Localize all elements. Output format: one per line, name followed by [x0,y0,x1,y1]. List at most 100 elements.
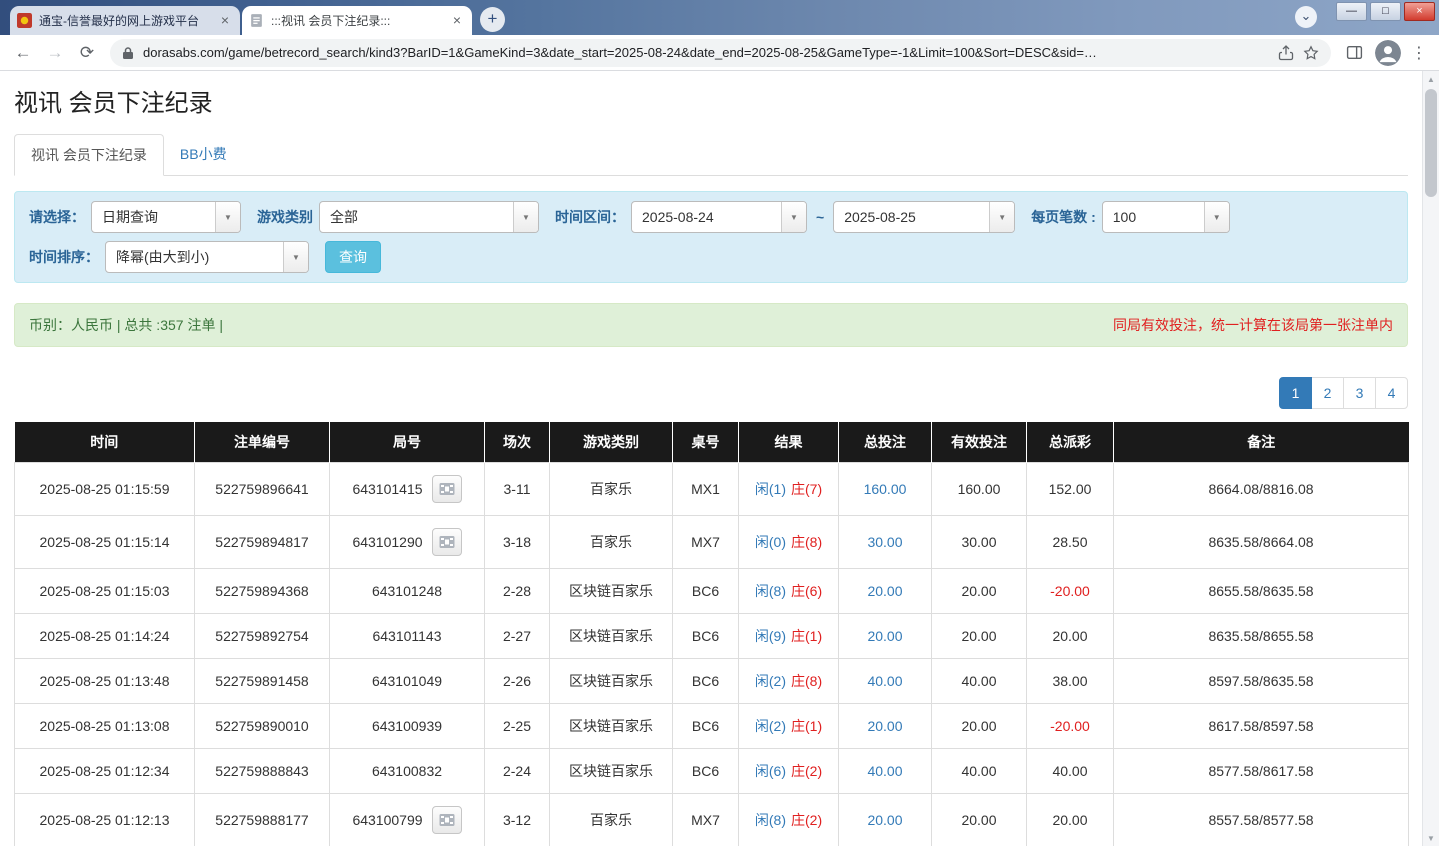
forward-icon[interactable]: → [40,38,70,68]
tab-favicon [17,13,32,28]
tab-close-icon[interactable]: × [449,13,465,29]
total-bet-link[interactable]: 40.00 [867,673,902,689]
result-player: 闲(2) [755,718,786,734]
column-header: 结果 [739,422,839,463]
video-replay-button[interactable] [432,528,462,556]
window-maximize-button[interactable]: □ [1370,2,1401,21]
window-minimize-button[interactable]: — [1336,2,1367,21]
query-type-select[interactable]: 日期查询 ▼ [91,201,241,233]
tab-bb-tip[interactable]: BB小费 [164,134,243,175]
cell-valid-bet: 20.00 [932,794,1027,846]
video-replay-button[interactable] [432,806,462,834]
tab-betrecord[interactable]: 视讯 会员下注纪录 [14,134,164,176]
cell-time: 2025-08-25 01:15:03 [15,569,195,614]
sort-label: 时间排序： [29,247,99,267]
reload-icon[interactable]: ⟳ [72,38,102,68]
result-banker: 庄(6) [791,583,822,599]
scrollbar-thumb[interactable] [1425,89,1437,197]
round-number: 643101290 [352,534,422,550]
cell-valid-bet: 20.00 [932,704,1027,749]
pagination-page-1[interactable]: 1 [1279,377,1312,409]
cell-payout: 152.00 [1027,463,1114,516]
game-kind-select[interactable]: 全部 ▼ [319,201,539,233]
search-button[interactable]: 查询 [325,241,381,273]
chevron-down-icon[interactable]: ▼ [989,202,1014,232]
video-replay-button[interactable] [432,475,462,503]
address-bar[interactable]: dorasabs.com/game/betrecord_search/kind3… [110,39,1331,67]
cell-total-bet: 30.00 [839,516,932,569]
cell-time: 2025-08-25 01:14:24 [15,614,195,659]
cell-table-number: BC6 [673,614,739,659]
cell-valid-bet: 160.00 [932,463,1027,516]
sort-select[interactable]: 降幂(由大到小) ▼ [105,241,309,273]
chevron-down-icon[interactable]: ▼ [1204,202,1229,232]
result-banker: 庄(8) [791,673,822,689]
share-icon[interactable] [1278,45,1294,61]
cell-result: 闲(0)庄(8) [739,516,839,569]
cell-time: 2025-08-25 01:15:59 [15,463,195,516]
tab-title: 通宝-信誉最好的网上游戏平台 [39,12,210,29]
cell-payout: 28.50 [1027,516,1114,569]
game-kind-label: 游戏类别 [257,207,313,227]
chevron-down-icon[interactable]: ▼ [781,202,806,232]
total-bet-link[interactable]: 20.00 [867,583,902,599]
page-content: 视讯 会员下注纪录 视讯 会员下注纪录 BB小费 请选择： 日期查询 ▼ 游戏类… [0,71,1422,846]
cell-round: 643100832 [330,749,485,794]
page-size-select[interactable]: 100 ▼ [1102,201,1230,233]
total-bet-link[interactable]: 20.00 [867,812,902,828]
round-number: 643101248 [372,583,442,599]
browser-window: 通宝-信誉最好的网上游戏平台 × :::视讯 会员下注纪录::: × + ⌄ —… [0,0,1439,846]
cell-bet-id: 522759891458 [195,659,330,704]
tab-search-chevron-icon[interactable]: ⌄ [1295,6,1317,28]
chevron-down-icon[interactable]: ▼ [215,202,240,232]
filter-group-sort: 时间排序： 降幂(由大到小) ▼ [29,241,309,273]
new-tab-button[interactable]: + [480,7,505,32]
vertical-scrollbar[interactable]: ▲ ▼ [1422,71,1439,846]
column-header: 总投注 [839,422,932,463]
side-panel-icon[interactable] [1339,38,1369,68]
total-bet-link[interactable]: 160.00 [864,481,907,497]
chevron-down-icon[interactable]: ▼ [283,242,308,272]
game-kind-value: 全部 [320,202,513,232]
cell-session: 2-28 [485,569,550,614]
column-header: 时间 [15,422,195,463]
result-player: 闲(0) [755,534,786,550]
cell-round: 643100939 [330,704,485,749]
cell-time: 2025-08-25 01:12:34 [15,749,195,794]
scroll-up-icon[interactable]: ▲ [1423,71,1439,87]
menu-icon[interactable]: ⋮ [1407,43,1431,63]
result-banker: 庄(7) [791,481,822,497]
cell-total-bet: 20.00 [839,569,932,614]
browser-tab-tongbao[interactable]: 通宝-信誉最好的网上游戏平台 × [10,6,240,35]
scroll-down-icon[interactable]: ▼ [1423,830,1439,846]
pagination-page-4[interactable]: 4 [1375,377,1408,409]
table-header-row: 时间注单编号局号场次游戏类别桌号结果总投注有效投注总派彩备注 [15,422,1409,463]
total-bet-link[interactable]: 30.00 [867,534,902,550]
total-bet-link[interactable]: 20.00 [867,628,902,644]
cell-bet-id: 522759894368 [195,569,330,614]
date-start-select[interactable]: 2025-08-24 ▼ [631,201,807,233]
browser-tab-betrecord[interactable]: :::视讯 会员下注纪录::: × [242,6,472,35]
cell-result: 闲(2)庄(8) [739,659,839,704]
cell-total-bet: 20.00 [839,614,932,659]
tab-strip: 通宝-信誉最好的网上游戏平台 × :::视讯 会员下注纪录::: × + ⌄ —… [0,0,1439,35]
query-type-value: 日期查询 [92,202,215,232]
bookmark-star-icon[interactable] [1303,45,1319,61]
result-player: 闲(1) [755,481,786,497]
result-player: 闲(8) [755,812,786,828]
cell-result: 闲(8)庄(2) [739,794,839,846]
date-end-select[interactable]: 2025-08-25 ▼ [833,201,1015,233]
tab-close-icon[interactable]: × [217,13,233,29]
summary-note-text: 同局有效投注，统一计算在该局第一张注单内 [1113,315,1393,335]
back-icon[interactable]: ← [8,38,38,68]
pagination-page-2[interactable]: 2 [1311,377,1344,409]
column-header: 注单编号 [195,422,330,463]
chevron-down-icon[interactable]: ▼ [513,202,538,232]
table-row: 2025-08-25 01:13:48 522759891458 6431010… [15,659,1409,704]
profile-avatar[interactable] [1375,40,1401,66]
tab-title: :::视讯 会员下注纪录::: [271,12,442,29]
total-bet-link[interactable]: 20.00 [867,718,902,734]
pagination-page-3[interactable]: 3 [1343,377,1376,409]
total-bet-link[interactable]: 40.00 [867,763,902,779]
window-close-button[interactable]: × [1404,2,1435,21]
